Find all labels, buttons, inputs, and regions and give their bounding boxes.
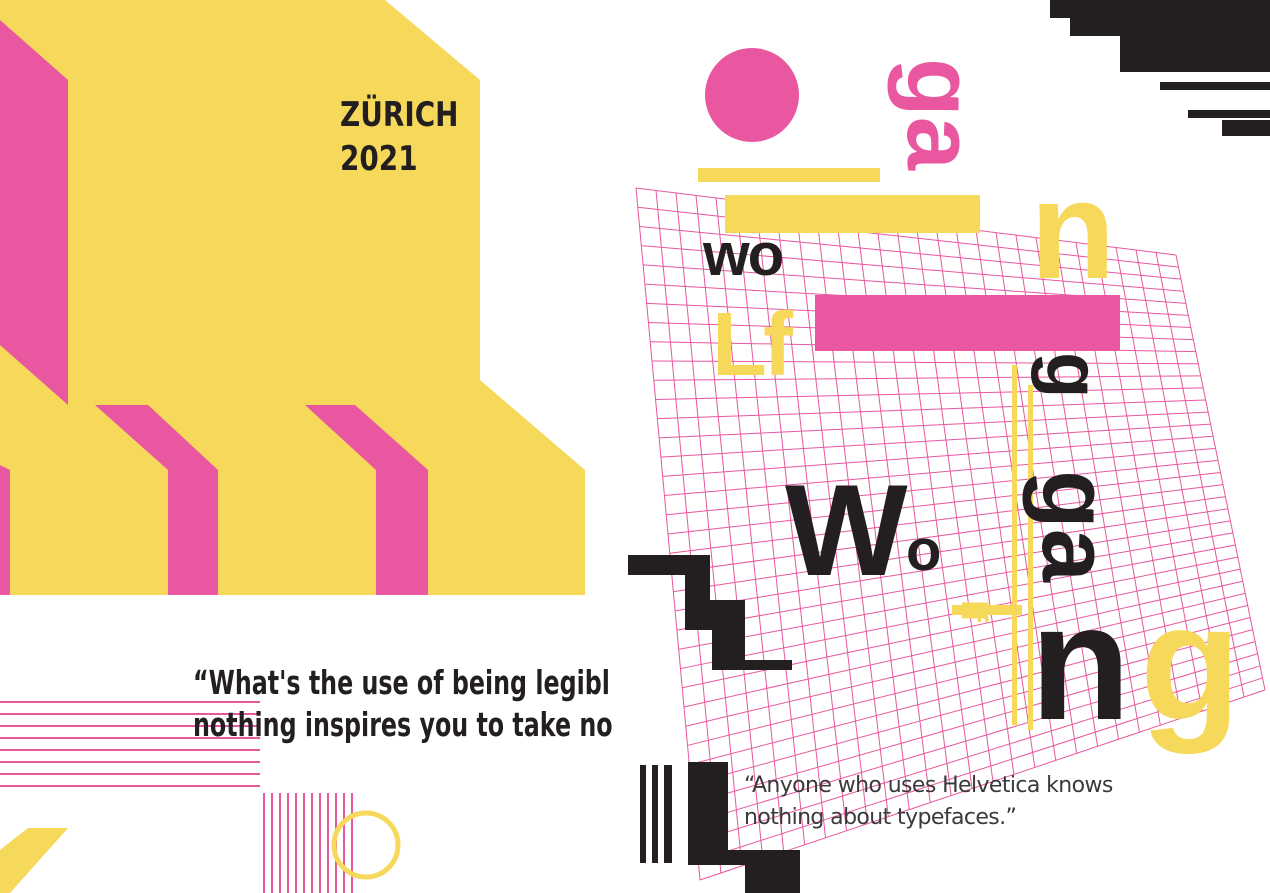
black-staircase-top	[1050, 0, 1270, 136]
right-poster-graphics	[628, 0, 1270, 893]
letter-g-big: g	[1140, 570, 1241, 754]
letter-g-rotated: g	[1030, 352, 1115, 399]
letter-n-big: n	[1030, 570, 1131, 754]
letter-o-small: o	[906, 518, 942, 583]
letters-lf: Lf	[712, 295, 793, 395]
letters-lf-small: lf	[954, 600, 995, 622]
letters-wo: wo	[703, 221, 784, 288]
yellow-bar-thin	[698, 168, 880, 182]
letters-ga-rotated-top: ga	[887, 58, 994, 171]
right-quote-line-2: nothing about typefaces.”	[744, 805, 1017, 830]
letter-W-big: W	[785, 457, 908, 603]
letters-ga-rotated: ga	[1022, 470, 1129, 583]
pink-circle	[705, 48, 799, 142]
letter-n-top: n	[1030, 151, 1116, 308]
right-quote-line-1: “Anyone who uses Helvetica knows	[744, 773, 1113, 798]
right-quote: “Anyone who uses Helvetica knows nothing…	[744, 770, 1174, 834]
black-staircase-middle	[628, 555, 792, 670]
yellow-vertical-line-1	[1012, 365, 1017, 725]
